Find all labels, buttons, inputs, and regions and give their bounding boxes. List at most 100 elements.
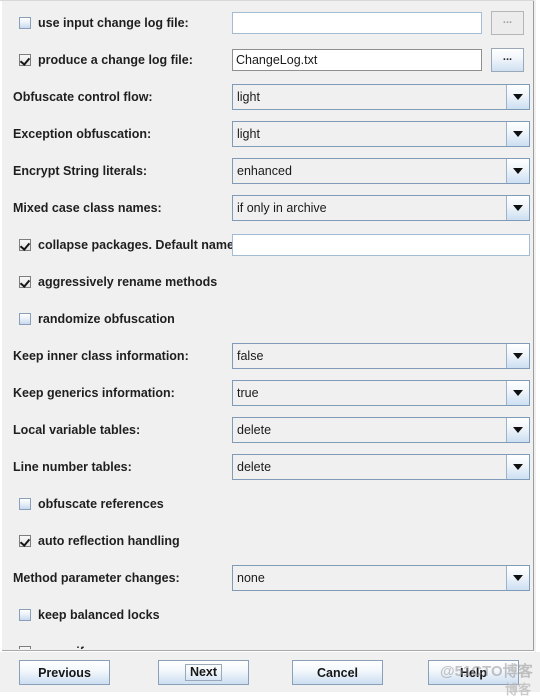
- field-label: Keep inner class information:: [13, 349, 189, 363]
- form-row: randomize obfuscation: [2, 304, 533, 334]
- checkmark-icon[interactable]: [19, 239, 31, 251]
- ellipsis-icon: ...: [502, 14, 513, 26]
- form-row: Keep inner class information: false: [2, 341, 533, 371]
- browse-button: ...: [491, 11, 524, 35]
- field-label: Mixed case class names:: [13, 201, 162, 215]
- checkbox[interactable]: obfuscate references: [19, 489, 164, 519]
- field-label: Obfuscate control flow:: [13, 90, 153, 104]
- help-button[interactable]: Help: [428, 660, 519, 685]
- browse-button[interactable]: ...: [491, 48, 524, 72]
- dialog-button-bar: Previous Next Cancel Help: [0, 652, 540, 692]
- combobox-value: enhanced: [233, 159, 506, 183]
- checkbox-label: use input change log file:: [38, 16, 189, 30]
- combobox[interactable]: light: [232, 84, 530, 110]
- combobox[interactable]: true: [232, 380, 530, 406]
- checkbox[interactable]: auto reflection handling: [19, 526, 180, 556]
- previous-button-label: Previous: [38, 665, 91, 680]
- chevron-down-icon[interactable]: [506, 566, 529, 590]
- combobox-value: light: [233, 122, 506, 146]
- checkbox-label: auto reflection handling: [38, 534, 180, 548]
- form-row: Local variable tables: delete: [2, 415, 533, 445]
- form-row: aggressively rename methods: [2, 267, 533, 297]
- combobox-value: true: [233, 381, 506, 405]
- previous-button[interactable]: Previous: [19, 660, 110, 685]
- chevron-down-icon[interactable]: [506, 159, 529, 183]
- combobox[interactable]: delete: [232, 454, 530, 480]
- checkbox-box-icon[interactable]: [19, 17, 31, 29]
- text-input[interactable]: [232, 12, 482, 34]
- chevron-down-icon[interactable]: [506, 122, 529, 146]
- form-row: auto reflection handling: [2, 526, 533, 556]
- chevron-down-icon[interactable]: [506, 381, 529, 405]
- combobox-value: false: [233, 344, 506, 368]
- combobox[interactable]: delete: [232, 417, 530, 443]
- form-row: produce a change log file: ChangeLog.txt.…: [2, 45, 533, 75]
- checkbox[interactable]: randomize obfuscation: [19, 304, 175, 334]
- checkbox[interactable]: keep balanced locks: [19, 600, 160, 630]
- checkmark-icon[interactable]: [19, 535, 31, 547]
- checkbox-label: produce a change log file:: [38, 53, 193, 67]
- combobox-value: light: [233, 85, 506, 109]
- cancel-button-label: Cancel: [317, 665, 358, 680]
- form-row: use input change log file:...: [2, 8, 533, 38]
- checkbox-box-icon[interactable]: [19, 313, 31, 325]
- field-label: Encrypt String literals:: [13, 164, 148, 178]
- help-button-label: Help: [459, 665, 488, 680]
- form-row: Exception obfuscation: light: [2, 119, 533, 149]
- checkbox[interactable]: collapse packages. Default name:: [19, 230, 238, 260]
- field-label: Line number tables:: [13, 460, 132, 474]
- field-label: Method parameter changes:: [13, 571, 180, 585]
- combobox[interactable]: light: [232, 121, 530, 147]
- checkbox-label: preverify: [38, 645, 91, 649]
- checkbox-label: keep balanced locks: [38, 608, 160, 622]
- chevron-down-icon[interactable]: [506, 418, 529, 442]
- chevron-down-icon[interactable]: [506, 344, 529, 368]
- field-label: Exception obfuscation:: [13, 127, 152, 141]
- text-input[interactable]: [232, 234, 530, 256]
- window-frame-right: [536, 0, 540, 692]
- form-row: keep balanced locks: [2, 600, 533, 630]
- form-row: Line number tables: delete: [2, 452, 533, 482]
- checkbox-label: collapse packages. Default name:: [38, 238, 239, 252]
- combobox-value: delete: [233, 418, 506, 442]
- window-frame-right-line: [533, 0, 534, 652]
- checkmark-icon[interactable]: [19, 54, 31, 66]
- chevron-down-icon[interactable]: [506, 455, 529, 479]
- checkmark-icon[interactable]: [19, 276, 31, 288]
- combobox-value: delete: [233, 455, 506, 479]
- form-row: Mixed case class names: if only in archiv…: [2, 193, 533, 223]
- ellipsis-icon: ...: [502, 51, 513, 63]
- combobox[interactable]: false: [232, 343, 530, 369]
- cancel-button[interactable]: Cancel: [292, 660, 383, 685]
- checkbox-label: aggressively rename methods: [38, 275, 218, 289]
- next-button[interactable]: Next: [158, 660, 249, 685]
- settings-form-panel: use input change log file:... produce a c…: [2, 1, 533, 649]
- form-row: Keep generics information: true: [2, 378, 533, 408]
- checkbox-label: randomize obfuscation: [38, 312, 175, 326]
- form-row: collapse packages. Default name:: [2, 230, 533, 260]
- field-label: Keep generics information:: [13, 386, 175, 400]
- checkbox[interactable]: use input change log file:: [19, 8, 189, 38]
- form-row: Method parameter changes: none: [2, 563, 533, 593]
- form-row: Obfuscate control flow: light: [2, 82, 533, 112]
- checkmark-icon[interactable]: [19, 646, 31, 649]
- checkbox[interactable]: aggressively rename methods: [19, 267, 217, 297]
- text-input[interactable]: ChangeLog.txt: [232, 49, 482, 71]
- combobox[interactable]: none: [232, 565, 530, 591]
- combobox[interactable]: if only in archive: [232, 195, 530, 221]
- checkbox[interactable]: preverify: [19, 637, 91, 649]
- form-row: obfuscate references: [2, 489, 533, 519]
- combobox-value: if only in archive: [233, 196, 506, 220]
- checkbox-box-icon[interactable]: [19, 498, 31, 510]
- checkbox-label: obfuscate references: [38, 497, 164, 511]
- field-label: Local variable tables:: [13, 423, 141, 437]
- form-row: Encrypt String literals: enhanced: [2, 156, 533, 186]
- combobox[interactable]: enhanced: [232, 158, 530, 184]
- checkbox-box-icon[interactable]: [19, 609, 31, 621]
- chevron-down-icon[interactable]: [506, 85, 529, 109]
- form-row: preverify: [2, 637, 533, 649]
- next-button-label: Next: [184, 664, 223, 681]
- obfuscation-settings-window: use input change log file:... produce a c…: [0, 0, 540, 697]
- chevron-down-icon[interactable]: [506, 196, 529, 220]
- checkbox[interactable]: produce a change log file:: [19, 45, 193, 75]
